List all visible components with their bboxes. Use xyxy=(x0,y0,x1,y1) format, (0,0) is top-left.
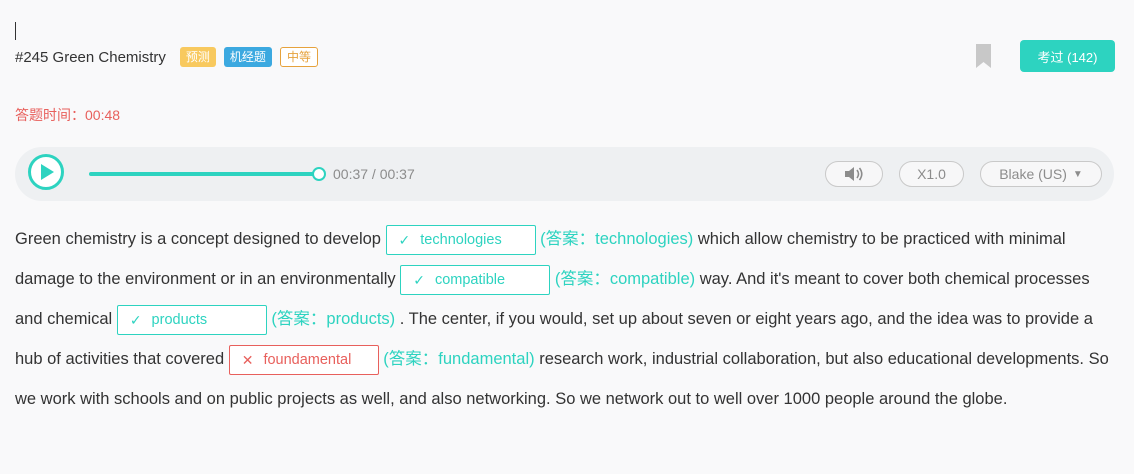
answer-blank-2[interactable]: ✓ compatible xyxy=(400,264,551,295)
passage-segment: Green chemistry is a concept designed to… xyxy=(15,230,386,248)
blank-value: technologies xyxy=(420,231,502,248)
check-icon: ✓ xyxy=(129,311,142,328)
text-cursor xyxy=(15,22,16,40)
volume-button[interactable] xyxy=(825,161,883,187)
tag-predict: 预测 xyxy=(179,47,216,67)
correct-answer: (答案：compatible) xyxy=(554,270,696,288)
answer-blank-1[interactable]: ✓ technologies xyxy=(385,224,536,255)
audio-player: 00:37 / 00:37 X1.0 Blake (US) ▼ xyxy=(15,147,1114,201)
voice-label: Blake (US) xyxy=(999,166,1067,182)
caret-down-icon: ▼ xyxy=(1072,168,1083,180)
answer-timer: 答题时间：00:48 xyxy=(15,107,121,123)
question-header: #245 Green Chemistry 预测 机经题 中等 xyxy=(15,45,326,69)
tag-machine: 机经题 xyxy=(223,47,272,67)
correct-answer: (答案：products) xyxy=(271,310,396,328)
progress-bar[interactable] xyxy=(89,172,319,176)
check-icon: ✓ xyxy=(413,271,425,288)
speed-button[interactable]: X1.0 xyxy=(899,161,964,187)
play-button[interactable] xyxy=(28,154,64,190)
tag-level: 中等 xyxy=(279,47,318,67)
answer-blank-3[interactable]: ✓ products xyxy=(116,304,267,335)
question-title: #245 Green Chemistry xyxy=(15,48,166,66)
correct-answer: (答案：technologies) xyxy=(540,230,694,248)
volume-icon xyxy=(845,167,863,181)
passage-text: Green chemistry is a concept designed to… xyxy=(15,219,1115,419)
bookmark-icon[interactable] xyxy=(976,44,991,68)
blank-value: compatible xyxy=(434,271,506,288)
answer-blank-4[interactable]: ✕ foundamental xyxy=(228,344,379,375)
play-icon xyxy=(41,164,54,180)
check-icon: ✓ xyxy=(398,231,411,248)
blank-value: foundamental xyxy=(263,351,352,368)
pass-count-button[interactable]: 考过 (142) xyxy=(1020,40,1115,72)
progress-handle[interactable] xyxy=(312,167,326,181)
cross-icon: ✕ xyxy=(241,351,254,368)
playback-time: 00:37 / 00:37 xyxy=(333,166,415,182)
blank-value: products xyxy=(151,311,208,328)
correct-answer: (答案：fundamental) xyxy=(383,350,535,368)
voice-select[interactable]: Blake (US) ▼ xyxy=(980,161,1102,187)
